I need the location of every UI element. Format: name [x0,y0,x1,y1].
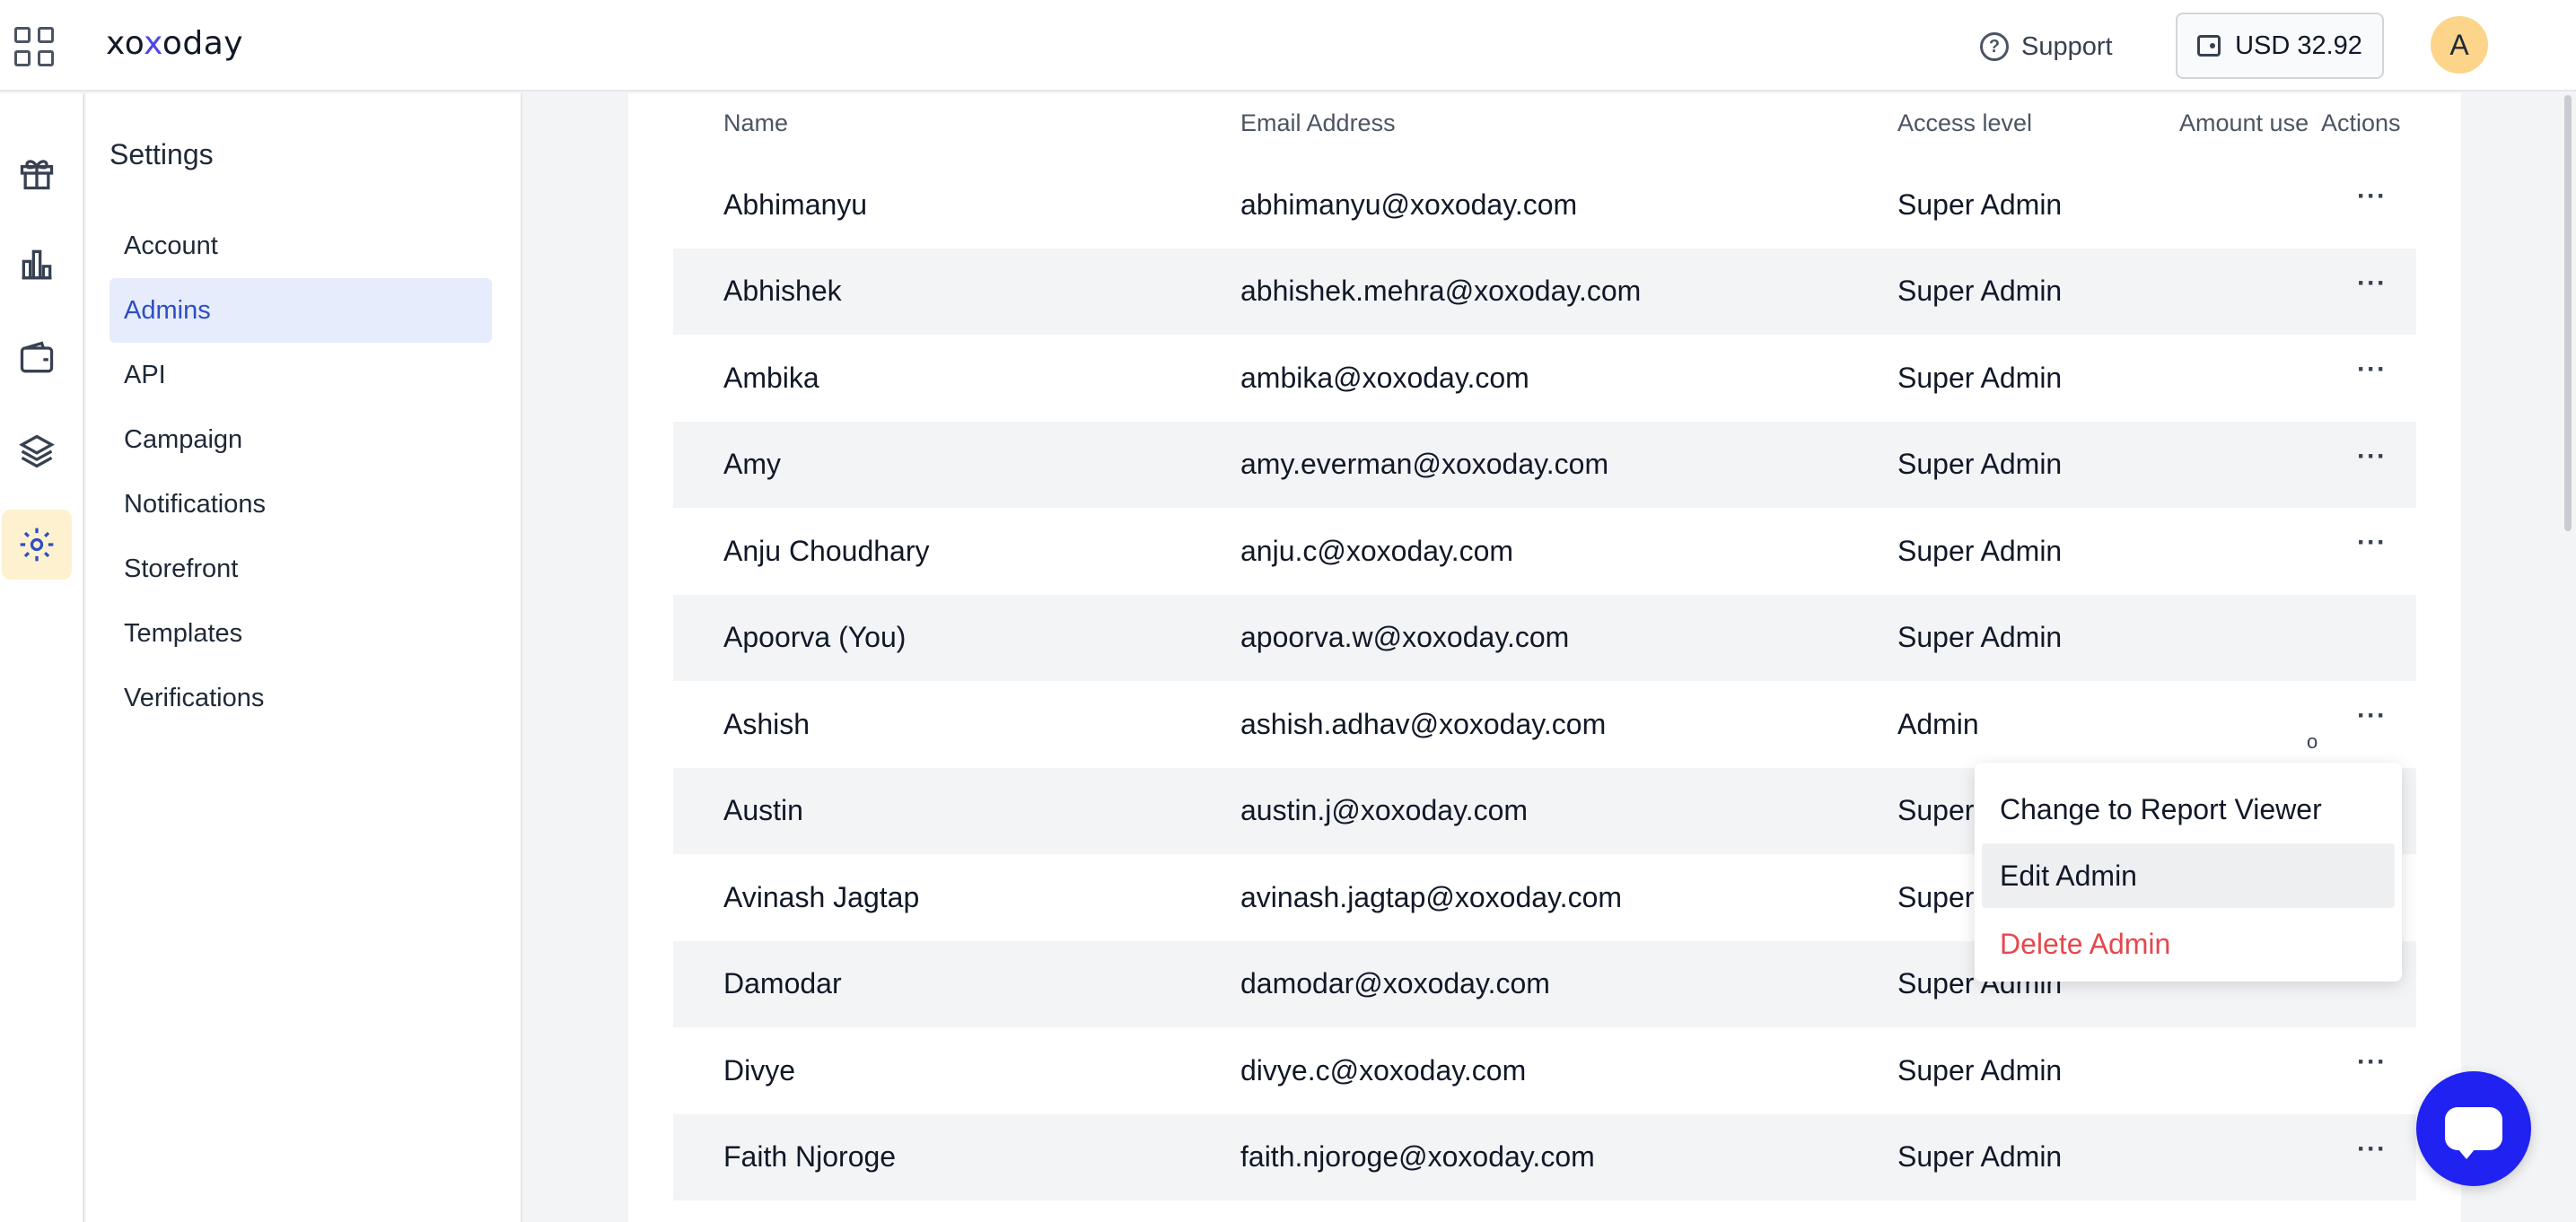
table-row: Anju Choudhary anju.c@xoxoday.com Super Ad… [673,508,2416,594]
wallet-balance-label: USD 32.92 [2235,31,2362,60]
admin-name-cell: Abhishek [723,275,842,307]
settings-item-templates[interactable]: Templates [110,601,492,666]
more-actions-icon[interactable]: ··· [2357,1134,2387,1165]
admin-name-cell: Amy [723,448,781,480]
admin-access-level-cell: Super Admin [1897,188,2063,221]
admin-email-cell: austin.j@xoxoday.com [1240,794,1529,826]
table-row: Abhishek abhishek.mehra@xoxoday.com Super … [673,248,2416,335]
gear-icon [20,528,54,562]
menu-item-edit-admin[interactable]: Edit Admin [1982,843,2395,908]
layers-icon [19,434,55,468]
admin-name-cell: Austin [723,794,803,826]
support-label: Support [2021,31,2113,61]
table-row: Faith Njoroge faith.njoroge@xoxoday.com Su… [673,1113,2416,1200]
admin-access-level-cell: Super Admin [1897,361,2063,394]
admin-name-cell: Faith Njoroge [723,1140,897,1173]
admin-access-level-cell: Super Admin [1897,275,2063,307]
chat-launcher-button[interactable] [2416,1071,2531,1186]
wallet-icon [20,341,54,373]
more-actions-icon[interactable]: ··· [2357,701,2387,731]
rail-item-reports[interactable] [2,230,72,300]
rail-item-catalog[interactable] [2,416,72,486]
admin-email-cell: ashish.adhav@xoxoday.com [1240,707,1607,740]
admin-name-cell: Avinash Jagtap [723,880,920,913]
admin-email-cell: abhimanyu@xoxoday.com [1240,188,1578,221]
admin-access-level-cell: Super Admin [1897,621,2063,653]
admin-access-level-cell: Super Admin [1897,448,2063,480]
admin-email-cell: faith.njoroge@xoxoday.com [1240,1140,1595,1173]
settings-item-campaign[interactable]: Campaign [110,407,492,472]
table-row: Divye divye.c@xoxoday.com Super Admin ··· [673,1027,2416,1113]
admin-access-level-cell: Super Admin [1897,1053,2063,1087]
avatar[interactable]: A [2431,16,2488,74]
admin-email-cell: avinash.jagtap@xoxoday.com [1240,880,1623,913]
menu-item-delete-admin[interactable]: Delete Admin [1982,912,2395,976]
support-link[interactable]: ? Support [1980,27,2113,66]
admin-name-cell: Ambika [723,361,819,394]
rail-item-rewards[interactable] [2,138,72,208]
column-header-amount-used[interactable]: Amount use [2179,109,2323,137]
settings-title: Settings [110,138,214,170]
admin-email-cell: apoorva.w@xoxoday.com [1240,621,1570,653]
settings-item-admins[interactable]: Admins [110,278,492,343]
bar-chart-icon [22,249,52,280]
wallet-balance-button[interactable]: USD 32.92 [2176,13,2384,79]
settings-item-storefront[interactable]: Storefront [110,537,492,601]
admin-access-level-cell: Super Admin [1897,1140,2063,1173]
help-circle-icon: ? [1980,32,2009,61]
row-actions-menu: Change to Report Viewer Edit Admin Delet… [1975,763,2402,982]
admin-access-level-cell: Admin [1897,707,1979,740]
app-grid-icon[interactable] [14,27,54,66]
main-content: Name Email Address Access level Amount u… [524,93,2576,1222]
admin-access-level-cell: Super Admin [1897,534,2063,567]
admin-name-cell: Ashish [723,707,810,740]
admin-email-cell: anju.c@xoxoday.com [1240,534,1514,567]
more-actions-icon[interactable]: ··· [2357,268,2387,299]
table-row: Apoorva (You) apoorva.w@xoxoday.com Super … [673,594,2416,681]
column-header-access[interactable]: Access level [1897,109,2032,137]
top-bar: xoxoday ? Support USD 32.92 A [0,0,2576,92]
table-header: Name Email Address Access level Amount u… [673,93,2416,161]
admin-email-cell: divye.c@xoxoday.com [1240,1053,1527,1087]
chat-bubble-icon [2445,1107,2502,1159]
admin-email-cell: abhishek.mehra@xoxoday.com [1240,275,1642,307]
more-actions-icon[interactable]: ··· [2357,1047,2387,1078]
rail-item-wallet[interactable] [2,323,72,393]
admin-name-cell: Damodar [723,967,842,999]
icon-rail [0,93,84,1222]
more-actions-icon[interactable]: ··· [2357,181,2387,212]
wallet-icon [2197,35,2221,57]
column-header-actions: Actions [2321,109,2401,136]
admin-name-cell: Apoorva (You) [723,621,907,653]
table-row: Ashish ashish.adhav@xoxoday.com Admin ··· [673,681,2416,767]
admin-name-cell: Anju Choudhary [723,534,930,567]
column-header-email[interactable]: Email Address [1240,109,1396,137]
admin-email-cell: amy.everman@xoxoday.com [1240,448,1609,480]
settings-item-account[interactable]: Account [110,214,492,278]
settings-item-verifications[interactable]: Verifications [110,666,492,730]
scrollbar-thumb[interactable] [2564,95,2572,531]
more-actions-icon[interactable]: ··· [2357,441,2387,472]
table-row: Ambika ambika@xoxoday.com Super Admin ··· [673,335,2416,421]
table-row: Amy amy.everman@xoxoday.com Super Admin ··· [673,421,2416,508]
admin-name-cell: Divye [723,1053,796,1087]
admin-email-cell: damodar@xoxoday.com [1240,967,1550,999]
admin-name-cell: Abhimanyu [723,188,868,221]
settings-sidebar: Settings Account Admins API Campaign Not… [86,93,522,1222]
cursor-indicator: o [2307,730,2318,753]
menu-item-change-to-report-viewer[interactable]: Change to Report Viewer [1982,777,2395,842]
column-header-name[interactable]: Name [723,109,788,137]
settings-item-notifications[interactable]: Notifications [110,472,492,537]
settings-item-api[interactable]: API [110,343,492,407]
xoxoday-logo[interactable]: xoxoday [106,25,243,62]
admin-email-cell: ambika@xoxoday.com [1240,361,1529,394]
more-actions-icon[interactable]: ··· [2357,354,2387,385]
rail-item-settings[interactable] [2,510,72,580]
table-row: Abhimanyu abhimanyu@xoxoday.com Super Admi… [673,161,2416,248]
gift-icon [20,160,54,190]
page-scrollbar[interactable] [2562,93,2574,1222]
more-actions-icon[interactable]: ··· [2357,528,2387,558]
